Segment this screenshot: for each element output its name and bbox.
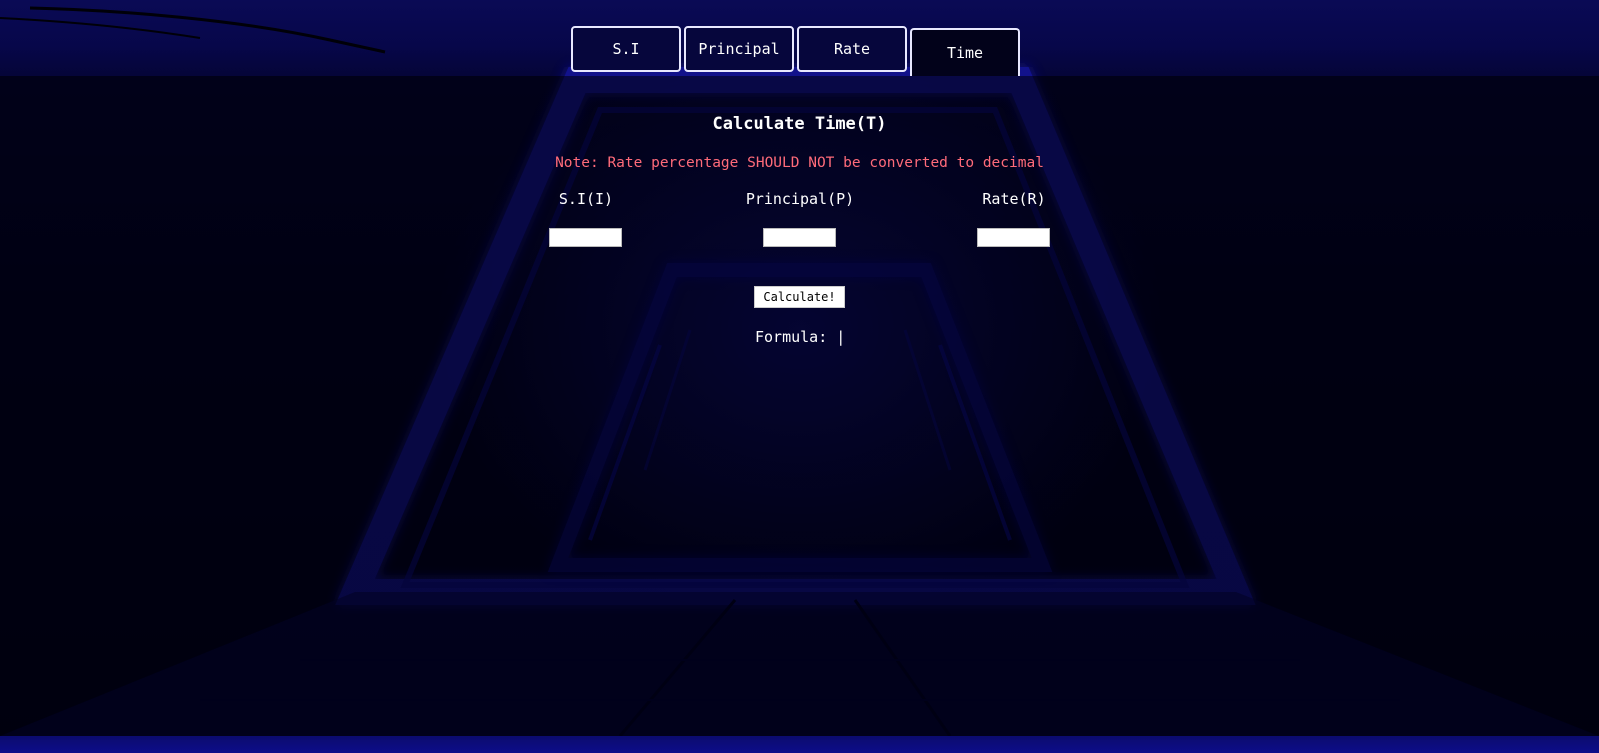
formula-value: | (836, 328, 846, 346)
rate-input[interactable] (977, 228, 1050, 247)
formula-label: Formula: (755, 328, 828, 346)
calculate-button[interactable]: Calculate! (754, 286, 845, 308)
principal-label: Principal(P) (745, 190, 855, 208)
tab-si[interactable]: S.I (571, 26, 681, 72)
page-title: Calculate Time(T) (712, 114, 887, 134)
rate-label: Rate(R) (982, 190, 1046, 208)
principal-input[interactable] (763, 228, 836, 247)
rate-note: Note: Rate percentage SHOULD NOT be conv… (555, 155, 1044, 171)
footer-band (0, 736, 1599, 753)
tab-rate[interactable]: Rate (797, 26, 907, 72)
tab-principal[interactable]: Principal (684, 26, 794, 72)
calculator-tabs: S.I Principal Rate Time (571, 26, 1020, 76)
si-input[interactable] (549, 228, 622, 247)
si-label: S.I(I) (558, 190, 614, 208)
formula-display: Formula: | (755, 328, 845, 346)
content-panel (0, 76, 1599, 736)
page-background: S.I Principal Rate Time Calculate Time(T… (0, 0, 1599, 753)
tab-time[interactable]: Time (910, 28, 1020, 76)
